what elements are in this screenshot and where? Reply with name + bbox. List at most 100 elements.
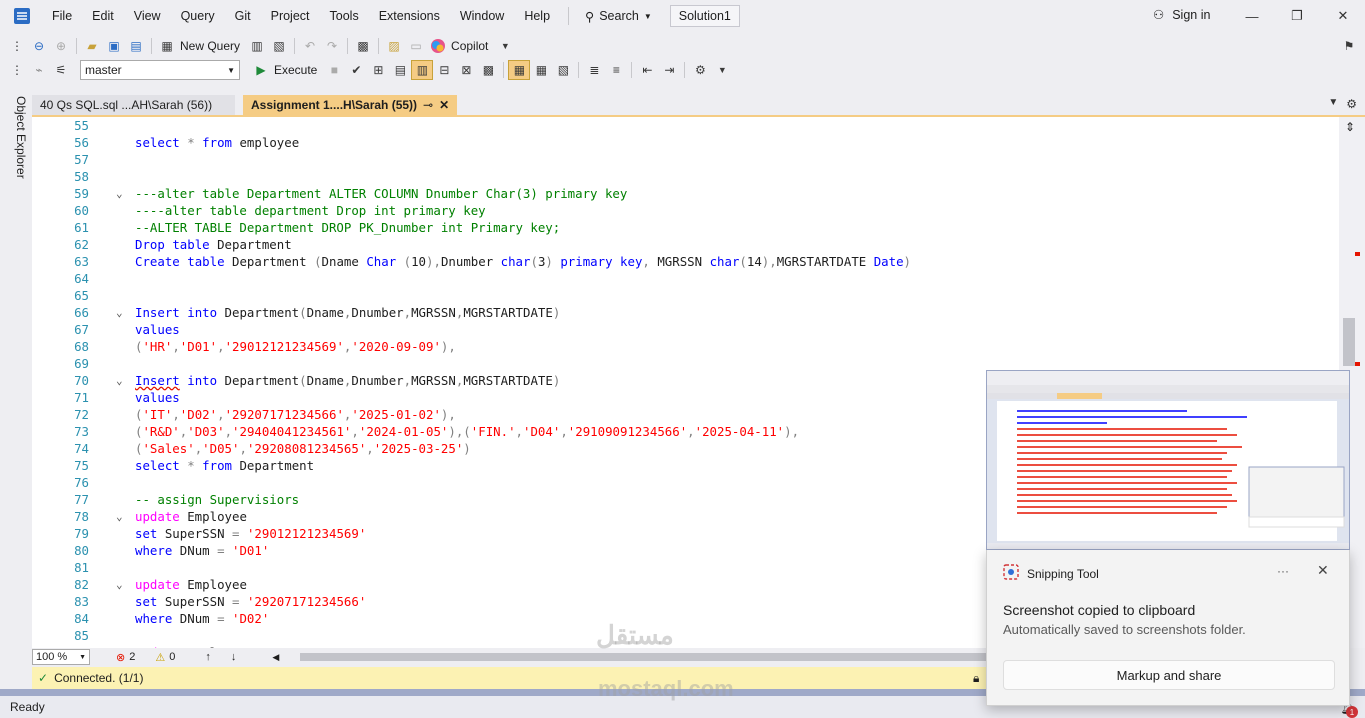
new-query-button[interactable]: New Query [180, 39, 240, 53]
fold-toggle-icon[interactable]: ⌄ [116, 185, 123, 202]
execute-icon[interactable]: ▶ [250, 60, 272, 80]
code-line[interactable]: 60 ----alter table department Drop int pr… [32, 202, 1339, 219]
toolbar-overflow-icon[interactable]: ▼ [711, 60, 733, 80]
code-line[interactable]: 66 ⌄ Insert into Department(Dname,Dnumber,… [32, 304, 1339, 321]
database-select[interactable]: master ▼ [80, 60, 240, 80]
execute-button[interactable]: Execute [274, 63, 317, 77]
fold-toggle-icon[interactable]: ⌄ [116, 372, 123, 389]
menu-tools[interactable]: Tools [320, 0, 369, 32]
results-to-text-icon[interactable]: ▥ [411, 60, 434, 80]
database-query-icon[interactable]: ▥ [246, 36, 268, 56]
minimize-icon[interactable]: — [1242, 6, 1262, 26]
next-issue-icon[interactable]: ↓ [231, 651, 237, 663]
code-line[interactable]: 68 ('HR','D01','29012121234569','2020-09-… [32, 338, 1339, 355]
code-line[interactable]: 59 ⌄ ---alter table Department ALTER COLUM… [32, 185, 1339, 202]
close-icon[interactable]: ✕ [1333, 6, 1353, 26]
warning-count[interactable]: ⚠ 0 [155, 651, 175, 664]
specify-values-icon[interactable]: ⚙ [689, 60, 711, 80]
menu-window[interactable]: Window [450, 0, 514, 32]
code-line[interactable]: 65 [32, 287, 1339, 304]
fold-toggle-icon[interactable]: ⌄ [116, 508, 123, 525]
menu-project[interactable]: Project [261, 0, 320, 32]
menu-git[interactable]: Git [225, 0, 261, 32]
close-tab-icon[interactable]: ✕ [439, 95, 449, 115]
code-line[interactable]: 67 values [32, 321, 1339, 338]
error-marker[interactable] [1355, 252, 1360, 256]
tab-assignment-1[interactable]: Assignment 1....H\Sarah (55)) ⊸ ✕ [243, 95, 458, 115]
screenshot-thumbnail[interactable] [986, 370, 1350, 550]
menu-query[interactable]: Query [171, 0, 225, 32]
toolbar-overflow-icon[interactable]: ▼ [494, 36, 516, 56]
toolbox-icon[interactable]: ▭ [405, 36, 427, 56]
results-grid-icon[interactable]: ▦ [530, 60, 552, 80]
uncomment-icon[interactable]: ≡ [605, 60, 627, 80]
analysis-query-icon[interactable]: ▧ [268, 36, 290, 56]
tab-list-dropdown-icon[interactable]: ▼ [1328, 97, 1338, 111]
scroll-left-icon[interactable]: ◀ [272, 652, 279, 663]
code-line[interactable]: 61 --ALTER TABLE Department DROP PK_Dnumb… [32, 219, 1339, 236]
display-plan-icon[interactable]: ⊞ [367, 60, 389, 80]
split-editor-icon[interactable]: ⇕ [1345, 120, 1355, 134]
back-icon[interactable]: ⊖ [28, 36, 50, 56]
more-options-icon[interactable]: ··· [1277, 564, 1289, 578]
code-line[interactable]: 58 [32, 168, 1339, 185]
query-designer-icon[interactable]: ▤ [389, 60, 411, 80]
menu-edit[interactable]: Edit [82, 0, 124, 32]
tab-label: 40 Qs SQL.sql ...AH\Sarah (56)) [40, 98, 213, 112]
error-marker[interactable] [1355, 362, 1360, 366]
copilot-button[interactable]: Copilot [451, 39, 488, 53]
horizontal-scroll-thumb[interactable] [300, 653, 990, 661]
code-line[interactable]: 57 [32, 151, 1339, 168]
comment-icon[interactable]: ≣ [583, 60, 605, 80]
copilot-icon[interactable] [427, 36, 449, 56]
code-line[interactable]: 56 select * from employee [32, 134, 1339, 151]
connect-icon[interactable]: ⌁ [28, 60, 50, 80]
client-stats-icon[interactable]: ▩ [477, 60, 499, 80]
undo-icon[interactable]: ↶ [299, 36, 321, 56]
activity-monitor-icon[interactable]: ▩ [352, 36, 374, 56]
code-line[interactable]: 55 [32, 117, 1339, 134]
results-to-grid-icon[interactable]: ▦ [508, 60, 531, 80]
redo-icon[interactable]: ↷ [321, 36, 343, 56]
change-connection-icon[interactable]: ⚟ [50, 60, 72, 80]
close-icon[interactable]: ✕ [1317, 562, 1329, 579]
pin-icon[interactable]: ⊸ [423, 95, 433, 115]
tab-40-qs-sql[interactable]: 40 Qs SQL.sql ...AH\Sarah (56)) [32, 95, 235, 115]
increase-indent-icon[interactable]: ⇥ [658, 60, 680, 80]
fold-toggle-icon[interactable]: ⌄ [116, 304, 123, 321]
settings-gear-icon[interactable]: ⚙ [1346, 97, 1357, 111]
object-explorer-tab[interactable]: Object Explorer [6, 92, 28, 182]
save-all-icon[interactable]: ▤ [125, 36, 147, 56]
code-line[interactable]: 62 Drop table Department [32, 236, 1339, 253]
vertical-scroll-thumb[interactable] [1343, 318, 1355, 366]
error-count[interactable]: ⊗ 2 [116, 651, 135, 664]
restore-icon[interactable]: ❐ [1287, 6, 1307, 26]
properties-icon[interactable]: ▨ [383, 36, 405, 56]
previous-issue-icon[interactable]: ↑ [205, 651, 211, 663]
feedback-icon[interactable]: ⚑ [1338, 36, 1360, 56]
zoom-select[interactable]: 100 % ▼ [32, 649, 90, 665]
results-file-icon[interactable]: ▧ [552, 60, 574, 80]
code-line[interactable]: 63 Create table Department (Dname Char (1… [32, 253, 1339, 270]
live-stats-icon[interactable]: ⊠ [455, 60, 477, 80]
code-text: ---alter table Department ALTER COLUMN D… [135, 186, 628, 201]
snipping-tool-notification[interactable]: Snipping Tool ··· ✕ Screenshot copied to… [986, 550, 1350, 706]
save-icon[interactable]: ▣ [103, 36, 125, 56]
parse-checkmark-icon[interactable]: ✔ [345, 60, 367, 80]
decrease-indent-icon[interactable]: ⇤ [636, 60, 658, 80]
signin-button[interactable]: ⚇ Sign in [1153, 7, 1210, 23]
menu-extensions[interactable]: Extensions [369, 0, 450, 32]
open-folder-icon[interactable]: ▰ [81, 36, 103, 56]
fold-toggle-icon[interactable]: ⌄ [116, 576, 123, 593]
forward-icon[interactable]: ⊕ [50, 36, 72, 56]
new-query-icon[interactable]: ▦ [156, 36, 178, 56]
markup-and-share-button[interactable]: Markup and share [1003, 660, 1335, 690]
menu-help[interactable]: Help [514, 0, 560, 32]
menu-view[interactable]: View [124, 0, 171, 32]
menu-file[interactable]: File [42, 0, 82, 32]
search-button[interactable]: ⚲ Search ▼ [577, 9, 660, 24]
include-plan-icon[interactable]: ⊟ [433, 60, 455, 80]
solution-name[interactable]: Solution1 [669, 5, 740, 27]
stop-icon[interactable]: ■ [323, 60, 345, 80]
code-line[interactable]: 64 [32, 270, 1339, 287]
